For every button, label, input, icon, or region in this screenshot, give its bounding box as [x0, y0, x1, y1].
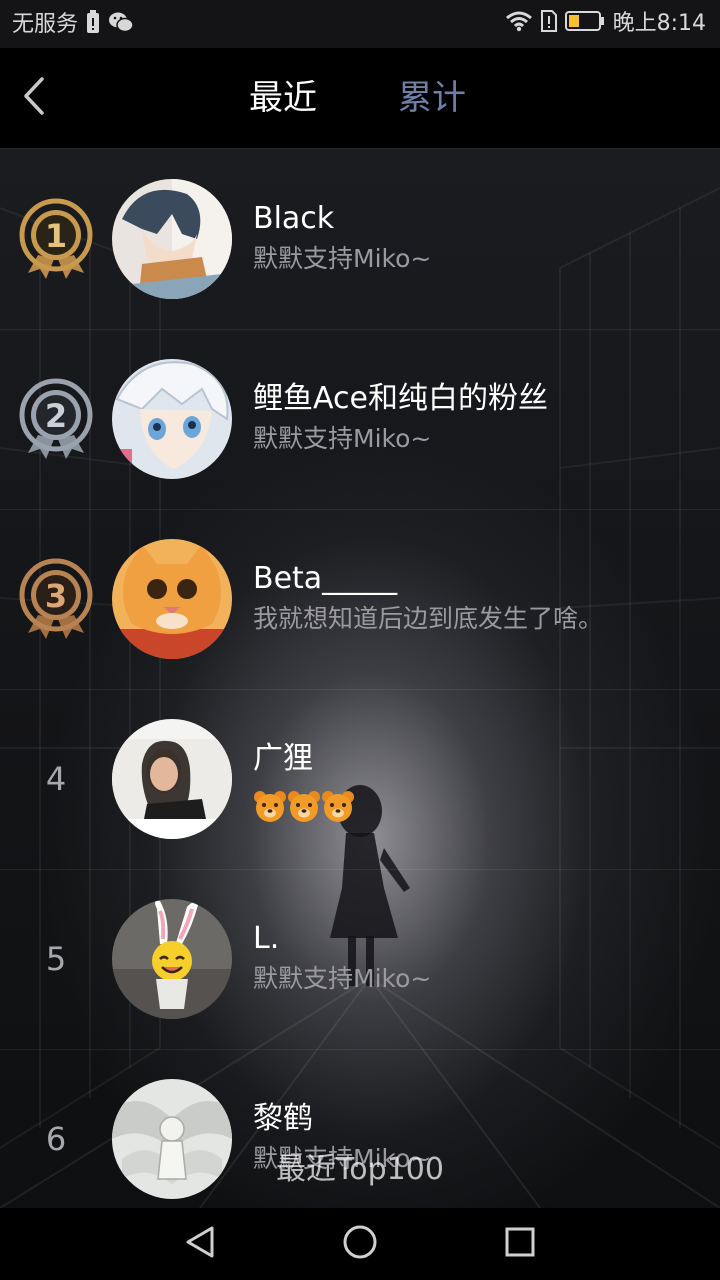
nav-back-button[interactable] [176, 1220, 224, 1268]
header: 最近 累计 [0, 48, 720, 149]
avatar[interactable] [112, 359, 232, 479]
bronze-medal-icon: 3 [16, 557, 96, 639]
avatar[interactable] [112, 179, 232, 299]
bear-emoji-icon [253, 789, 287, 827]
medal-rank-text: 2 [45, 397, 67, 435]
back-button[interactable] [10, 72, 58, 124]
user-name: 广狸 [253, 741, 313, 776]
status-left: 无服务 [12, 10, 134, 40]
user-name: 黎鹤 [253, 1101, 313, 1136]
user-comment: 我就想知道后边到底发生了啥。 [253, 604, 604, 633]
emoji-row [253, 789, 355, 827]
home-circle-icon [342, 1224, 378, 1264]
bear-emoji-icon [287, 789, 321, 827]
wifi-icon [505, 10, 533, 38]
ranking-list: 1 Black 默默支持Miko~ 2 鲤鱼Ace和纯白的粉丝 默默支持Miko… [0, 149, 720, 1208]
tab-total[interactable]: 累计 [398, 76, 466, 120]
user-name: 鲤鱼Ace和纯白的粉丝 [253, 381, 548, 416]
battery-saver-icon [86, 10, 100, 40]
nav-home-button[interactable] [336, 1220, 384, 1268]
user-name: Black [253, 201, 335, 236]
sim-alert-icon [540, 10, 557, 38]
gold-medal-icon: 1 [16, 197, 96, 279]
medal-rank-text: 3 [45, 577, 67, 615]
user-comment: 默默支持Miko~ [253, 964, 432, 993]
user-name: Beta_____ [253, 561, 398, 596]
ranking-row[interactable]: 2 鲤鱼Ace和纯白的粉丝 默默支持Miko~ [0, 329, 720, 510]
wechat-icon [108, 11, 134, 39]
rank-number: 5 [45, 940, 67, 978]
medal-rank-text: 1 [45, 217, 67, 255]
battery-low-icon [564, 10, 605, 38]
clock-text: 晚上8:14 [612, 11, 706, 36]
avatar[interactable] [112, 719, 232, 839]
ranking-row[interactable]: 3 Beta_____ 我就想知道后边到底发生了啥。 [0, 509, 720, 690]
rank-number: 4 [45, 760, 67, 798]
nav-recents-button[interactable] [496, 1220, 544, 1268]
ranking-row[interactable]: 4 广狸 [0, 689, 720, 870]
chevron-left-icon [23, 77, 45, 119]
ranking-row[interactable]: 1 Black 默默支持Miko~ [0, 149, 720, 330]
user-name: L. [253, 921, 280, 956]
recents-square-icon [504, 1226, 536, 1262]
status-bar: 无服务 晚上8:14 [0, 0, 720, 48]
silver-medal-icon: 2 [16, 377, 96, 459]
status-right: 晚上8:14 [505, 10, 706, 38]
ranking-row[interactable]: 5 L. 默默支持Miko~ [0, 869, 720, 1050]
navigation-bar [0, 1208, 720, 1280]
user-comment: 默默支持Miko~ [253, 424, 432, 453]
list-caption: 最近Top100 [276, 1152, 444, 1187]
avatar[interactable] [112, 539, 232, 659]
bear-emoji-icon [321, 789, 355, 827]
back-triangle-icon [185, 1225, 215, 1263]
screen: 无服务 晚上8:14 最近 累计 1 Black 默默支持Miko~ 2 鲤鱼A… [0, 0, 720, 1280]
carrier-text: 无服务 [12, 12, 79, 37]
tab-recent[interactable]: 最近 [249, 76, 317, 120]
avatar[interactable] [112, 899, 232, 1019]
user-comment: 默默支持Miko~ [253, 244, 432, 273]
